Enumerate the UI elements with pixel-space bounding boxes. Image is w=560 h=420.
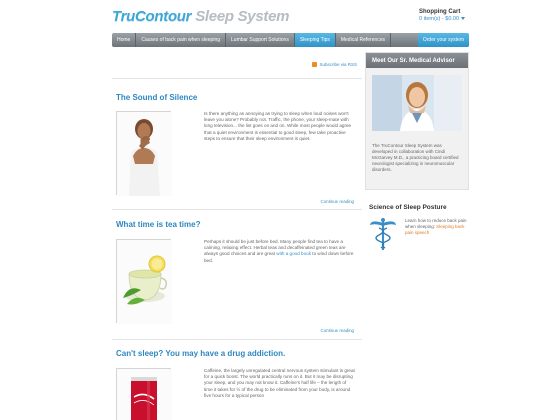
- cart-items-label: 0 item(s) - $0.00: [419, 16, 460, 22]
- nav-item-sleeping-tips[interactable]: Sleeping Tips: [294, 33, 336, 47]
- advisor-box: Meet Our Sr. Medical Advisor The TruCont…: [365, 52, 469, 190]
- advisor-photo[interactable]: [372, 75, 462, 131]
- shopping-cart[interactable]: Shopping Cart 0 item(s) - $0.00: [419, 9, 466, 22]
- cart-title: Shopping Cart: [419, 9, 461, 15]
- chevron-down-icon: [461, 17, 466, 21]
- continue-reading-link[interactable]: Continue reading: [321, 328, 354, 333]
- science-title: Science of Sleep Posture: [369, 204, 447, 211]
- divider: [112, 339, 362, 340]
- post-excerpt: Caffeine, the largely unregulated centra…: [204, 368, 355, 398]
- post-thumbnail[interactable]: [116, 368, 172, 420]
- science-text: Learn how to reduce back pain when sleep…: [405, 218, 467, 236]
- post-excerpt: Is there anything as annoying as trying …: [204, 111, 352, 141]
- brand-name: TruContour: [112, 8, 192, 25]
- order-button[interactable]: Order your system: [417, 33, 469, 47]
- post-excerpt: Perhaps it should be just before bed. Ma…: [204, 239, 356, 264]
- divider: [112, 78, 362, 79]
- post-thumbnail[interactable]: [116, 111, 172, 196]
- nav-item-causes[interactable]: Causes of back pain when sleeping: [136, 33, 227, 47]
- good-book-link[interactable]: with a good book: [276, 251, 311, 256]
- brand-system: Sleep System: [195, 8, 290, 25]
- advisor-text: The TruContour Sleep System was develope…: [372, 143, 459, 172]
- main-content: Subscribe via RSS The Sound of Silence I…: [112, 52, 362, 420]
- site-header: TruContour Sleep System Shopping Cart 0 i…: [0, 0, 560, 32]
- divider: [112, 209, 362, 210]
- cart-items[interactable]: 0 item(s) - $0.00: [419, 16, 466, 22]
- nav-item-home[interactable]: Home: [112, 33, 137, 47]
- post-title[interactable]: What time is tea time?: [116, 220, 200, 229]
- post-title[interactable]: Can't sleep? You may have a drug addicti…: [116, 349, 285, 358]
- site-logo[interactable]: TruContour Sleep System: [112, 8, 289, 25]
- continue-reading-link[interactable]: Continue reading: [321, 199, 354, 204]
- nav-item-medical[interactable]: Medical References: [336, 33, 392, 47]
- advisor-title: Meet Our Sr. Medical Advisor: [366, 53, 468, 68]
- rss-icon: [312, 62, 318, 67]
- rss-link[interactable]: Subscribe via RSS: [312, 62, 357, 67]
- rss-label: Subscribe via RSS: [319, 62, 357, 67]
- main-nav: Home Causes of back pain when sleeping L…: [112, 33, 469, 47]
- nav-item-lumbar[interactable]: Lumbar Support Solutions: [226, 33, 295, 47]
- post-title[interactable]: The Sound of Silence: [116, 93, 197, 102]
- caduceus-icon: [369, 217, 397, 251]
- post-thumbnail[interactable]: [116, 239, 172, 324]
